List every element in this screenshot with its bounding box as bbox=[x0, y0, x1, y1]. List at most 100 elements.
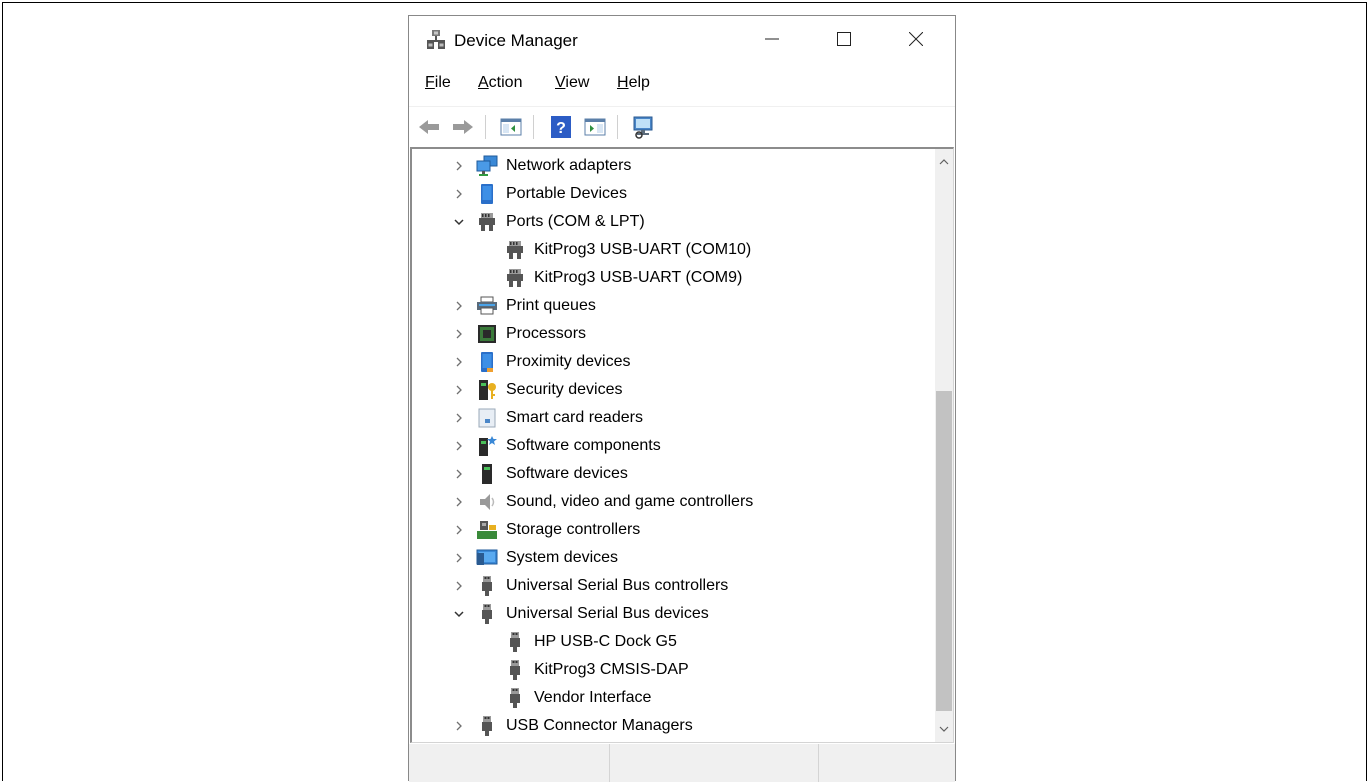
tree-item-hp-usb-c-dock-g5[interactable]: HP USB-C Dock G5 bbox=[504, 628, 677, 656]
tree-item-label: USB Connector Managers bbox=[506, 717, 693, 734]
portable-device-icon bbox=[476, 183, 498, 205]
software-component-icon bbox=[476, 435, 498, 457]
menu-action[interactable]: Action bbox=[478, 74, 522, 92]
speaker-icon bbox=[476, 491, 498, 513]
menu-help-label: elp bbox=[628, 74, 650, 91]
tree-item-system-devices[interactable]: System devices bbox=[452, 544, 618, 572]
tree-item-label: Ports (COM & LPT) bbox=[506, 213, 645, 230]
title-bar[interactable]: Device Manager bbox=[409, 16, 955, 64]
maximize-button[interactable] bbox=[821, 16, 867, 64]
proximity-device-icon bbox=[476, 351, 498, 373]
chevron-down-icon[interactable] bbox=[452, 215, 466, 229]
vertical-scrollbar[interactable] bbox=[935, 149, 953, 742]
menu-action-label: ction bbox=[488, 74, 523, 91]
tree-item-label: Vendor Interface bbox=[534, 689, 652, 706]
chevron-right-icon[interactable] bbox=[452, 187, 466, 201]
status-pane bbox=[610, 744, 819, 782]
tree-item-portable-devices[interactable]: Portable Devices bbox=[452, 180, 627, 208]
tree-item-processors[interactable]: Processors bbox=[452, 320, 586, 348]
scrollbar-thumb[interactable] bbox=[936, 391, 952, 711]
system-device-icon bbox=[476, 547, 498, 569]
help-icon[interactable]: ? bbox=[549, 115, 573, 139]
menu-view[interactable]: View bbox=[555, 74, 589, 92]
tree-item-sound-video-and-game-controllers[interactable]: Sound, video and game controllers bbox=[452, 488, 753, 516]
chevron-right-icon[interactable] bbox=[452, 355, 466, 369]
processor-icon bbox=[476, 323, 498, 345]
chevron-right-icon[interactable] bbox=[452, 159, 466, 173]
chevron-right-icon[interactable] bbox=[452, 411, 466, 425]
tree-item-universal-serial-bus-devices[interactable]: Universal Serial Bus devices bbox=[452, 600, 709, 628]
toolbar: ? bbox=[409, 106, 955, 147]
usb-icon bbox=[476, 715, 498, 737]
software-device-icon bbox=[476, 463, 498, 485]
toolbar-separator bbox=[485, 115, 486, 139]
network-adapter-icon bbox=[476, 155, 498, 177]
minimize-button[interactable] bbox=[749, 16, 795, 64]
scroll-up-arrow-icon[interactable] bbox=[935, 153, 953, 171]
tree-item-print-queues[interactable]: Print queues bbox=[452, 292, 596, 320]
tree-item-software-devices[interactable]: Software devices bbox=[452, 460, 628, 488]
chevron-right-icon[interactable] bbox=[452, 327, 466, 341]
tree-item-label: Security devices bbox=[506, 381, 623, 398]
properties-icon[interactable] bbox=[583, 115, 607, 139]
printer-icon bbox=[476, 295, 498, 317]
tree-item-label: HP USB-C Dock G5 bbox=[534, 633, 677, 650]
maximize-icon bbox=[837, 30, 851, 51]
tree-item-kitprog3-usb-uart-com9[interactable]: KitProg3 USB-UART (COM9) bbox=[504, 264, 742, 292]
security-device-icon bbox=[476, 379, 498, 401]
usb-icon bbox=[476, 575, 498, 597]
tree-item-usb-connector-managers[interactable]: USB Connector Managers bbox=[452, 712, 693, 740]
usb-icon bbox=[504, 687, 526, 709]
status-pane bbox=[409, 744, 610, 782]
chevron-right-icon[interactable] bbox=[452, 523, 466, 537]
toolbar-separator bbox=[617, 115, 618, 139]
chevron-right-icon[interactable] bbox=[452, 579, 466, 593]
chevron-right-icon[interactable] bbox=[452, 439, 466, 453]
tree-item-software-components[interactable]: Software components bbox=[452, 432, 661, 460]
tree-item-label: Portable Devices bbox=[506, 185, 627, 202]
svg-text:?: ? bbox=[556, 120, 566, 137]
smart-card-reader-icon bbox=[476, 407, 498, 429]
menu-bar: File Action View Help bbox=[409, 70, 955, 100]
tree-item-kitprog3-usb-uart-com10[interactable]: KitProg3 USB-UART (COM10) bbox=[504, 236, 751, 264]
tree-item-network-adapters[interactable]: Network adapters bbox=[452, 152, 631, 180]
tree-item-ports-com-lpt[interactable]: Ports (COM & LPT) bbox=[452, 208, 645, 236]
chevron-right-icon[interactable] bbox=[452, 551, 466, 565]
minimize-icon bbox=[765, 30, 779, 51]
menu-file[interactable]: File bbox=[425, 74, 451, 92]
tree-item-proximity-devices[interactable]: Proximity devices bbox=[452, 348, 630, 376]
port-icon bbox=[476, 211, 498, 233]
tree-item-smart-card-readers[interactable]: Smart card readers bbox=[452, 404, 643, 432]
scan-hardware-icon[interactable] bbox=[631, 115, 655, 139]
tree-item-storage-controllers[interactable]: Storage controllers bbox=[452, 516, 640, 544]
chevron-right-icon[interactable] bbox=[452, 383, 466, 397]
menu-action-accelerator: A bbox=[478, 74, 489, 91]
chevron-right-icon[interactable] bbox=[452, 299, 466, 313]
menu-file-label: ile bbox=[434, 74, 451, 91]
chevron-right-icon[interactable] bbox=[452, 719, 466, 733]
scroll-down-arrow-icon[interactable] bbox=[935, 720, 953, 738]
tree-item-kitprog3-cmsis-dap[interactable]: KitProg3 CMSIS-DAP bbox=[504, 656, 689, 684]
show-hide-console-tree-icon[interactable] bbox=[499, 115, 523, 139]
tree-item-label: Processors bbox=[506, 325, 587, 342]
tree-item-universal-serial-bus-controllers[interactable]: Universal Serial Bus controllers bbox=[452, 572, 728, 600]
port-icon bbox=[504, 267, 526, 289]
tree-item-vendor-interface[interactable]: Vendor Interface bbox=[504, 684, 651, 712]
tree-item-label: Universal Serial Bus controllers bbox=[506, 577, 729, 594]
close-icon bbox=[908, 30, 924, 51]
back-arrow-icon[interactable] bbox=[417, 115, 441, 139]
chevron-right-icon[interactable] bbox=[452, 467, 466, 481]
menu-view-label: iew bbox=[565, 74, 590, 91]
tree-item-label: Software devices bbox=[506, 465, 628, 482]
chevron-down-icon[interactable] bbox=[452, 607, 466, 621]
tree-item-security-devices[interactable]: Security devices bbox=[452, 376, 623, 404]
usb-icon bbox=[476, 603, 498, 625]
device-tree: Network adapters Portable Devices Ports (C… bbox=[410, 147, 954, 743]
forward-arrow-icon[interactable] bbox=[451, 115, 475, 139]
menu-help[interactable]: Help bbox=[617, 74, 650, 92]
close-button[interactable] bbox=[893, 16, 939, 64]
chevron-right-icon[interactable] bbox=[452, 495, 466, 509]
tree-item-label: Smart card readers bbox=[506, 409, 643, 426]
port-icon bbox=[504, 239, 526, 261]
tree-item-label: Storage controllers bbox=[506, 521, 641, 538]
